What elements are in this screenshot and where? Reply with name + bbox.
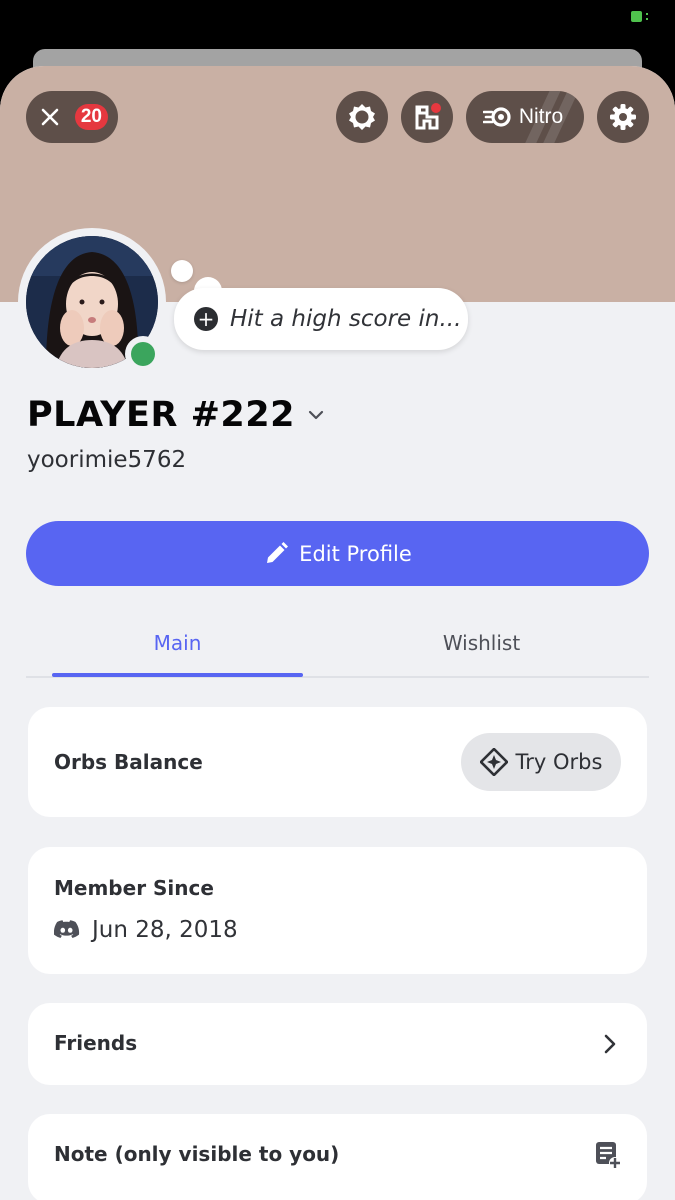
member-since-card: Member Since Jun 28, 2018 xyxy=(28,847,647,974)
orbs-balance-card: Orbs Balance Try Orbs xyxy=(28,707,647,817)
custom-status-text: Hit a high score in... xyxy=(230,306,462,332)
edit-profile-button[interactable]: Edit Profile xyxy=(26,521,649,586)
gear-icon xyxy=(610,104,636,130)
note-card[interactable]: Note (only visible to you) xyxy=(28,1114,647,1200)
pencil-icon xyxy=(267,541,289,563)
member-since-label: Member Since xyxy=(54,876,214,900)
tab-main[interactable]: Main xyxy=(52,610,303,676)
member-date-row: Jun 28, 2018 xyxy=(54,917,238,943)
tab-wishlist[interactable]: Wishlist xyxy=(356,610,607,676)
shop-button[interactable] xyxy=(401,91,453,143)
display-name-row[interactable]: PLAYER #222 xyxy=(27,395,325,435)
orb-icon xyxy=(479,748,508,776)
nitro-button[interactable]: Nitro xyxy=(466,91,584,143)
display-name: PLAYER #222 xyxy=(27,395,295,435)
orbs-balance-label: Orbs Balance xyxy=(54,750,203,774)
note-label: Note (only visible to you) xyxy=(54,1142,340,1166)
close-button[interactable]: 20 xyxy=(26,91,118,143)
member-since-date: Jun 28, 2018 xyxy=(92,917,238,943)
profile-tabs: Main Wishlist xyxy=(26,610,649,678)
notification-badge: 20 xyxy=(74,104,108,130)
try-orbs-label: Try Orbs xyxy=(515,750,603,774)
active-tab-indicator xyxy=(52,673,303,677)
chevron-down-icon[interactable] xyxy=(307,406,325,424)
username: yoorimie5762 xyxy=(27,447,187,473)
nitro-label: Nitro xyxy=(518,105,564,128)
profile-sheet: 20 Nitro + Hit a high score in... PLAYER… xyxy=(0,66,675,1200)
status-bar xyxy=(0,0,675,48)
settings-button[interactable] xyxy=(597,91,649,143)
friends-label: Friends xyxy=(54,1031,138,1055)
discord-logo-icon xyxy=(54,920,80,938)
custom-status-bubble[interactable]: + Hit a high score in... xyxy=(174,288,468,350)
close-icon xyxy=(41,108,59,126)
try-orbs-button[interactable]: Try Orbs xyxy=(461,733,621,791)
add-status-icon: + xyxy=(194,307,218,331)
online-status-indicator xyxy=(125,336,161,372)
avatar-container[interactable] xyxy=(18,228,166,376)
friends-card[interactable]: Friends xyxy=(28,1003,647,1085)
quests-icon xyxy=(349,104,375,130)
note-add-icon[interactable] xyxy=(595,1141,621,1169)
thought-bubble-small xyxy=(171,260,193,282)
battery-icon xyxy=(631,11,651,22)
nitro-icon xyxy=(482,107,511,127)
quests-button[interactable] xyxy=(336,91,388,143)
chevron-right-icon xyxy=(604,1034,616,1054)
edit-profile-label: Edit Profile xyxy=(299,541,412,566)
shop-notification-dot xyxy=(431,103,441,113)
